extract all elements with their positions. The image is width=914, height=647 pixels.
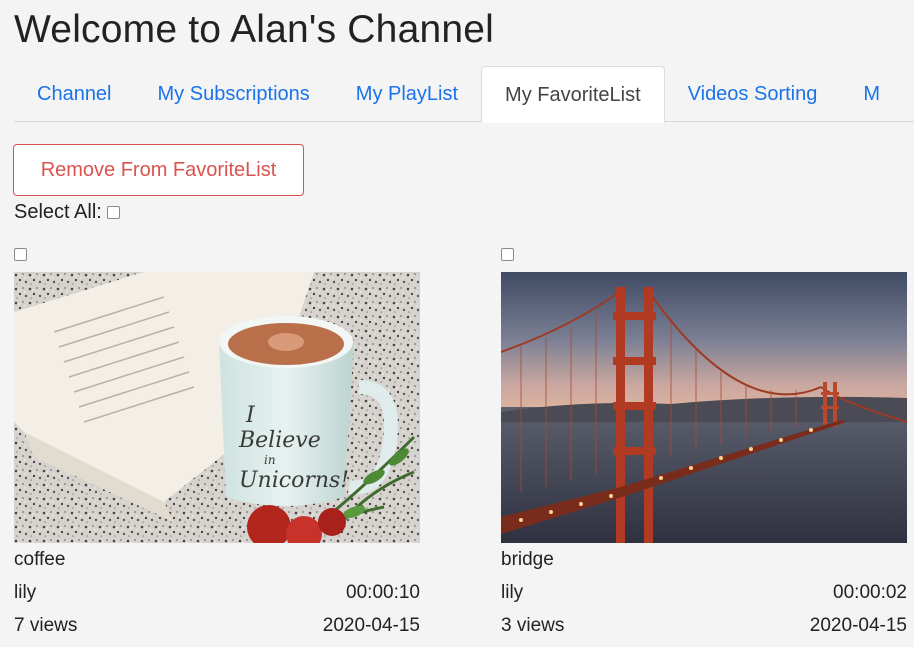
svg-text:Believe: Believe (238, 428, 321, 453)
video-thumbnail-coffee[interactable]: I Believe in Unicorns! (14, 272, 420, 543)
video-duration: 00:00:10 (346, 582, 420, 603)
video-duration: 00:00:02 (833, 582, 907, 603)
video-views: 3 views (501, 615, 565, 636)
video-stats-row: 7 views 2020-04-15 (14, 615, 420, 637)
tab-partial-next[interactable]: M (840, 66, 903, 122)
page-title: Welcome to Alan's Channel (14, 8, 494, 51)
remove-from-favoritelist-button[interactable]: Remove From FavoriteList (13, 144, 304, 196)
video-title[interactable]: coffee (14, 549, 65, 571)
svg-text:I: I (245, 403, 256, 428)
tab-videos-sorting[interactable]: Videos Sorting (665, 66, 841, 122)
video-author: lily (501, 582, 524, 603)
video-date: 2020-04-15 (809, 615, 907, 636)
video-thumbnail-bridge[interactable] (501, 272, 907, 543)
video-author-row: lily 00:00:02 (501, 582, 907, 604)
page: Welcome to Alan's Channel Channel My Sub… (0, 0, 914, 647)
select-all-checkbox[interactable] (106, 206, 120, 219)
select-all-label: Select All: (14, 201, 102, 223)
tab-my-subscriptions[interactable]: My Subscriptions (135, 66, 333, 122)
video-title-row: bridge (501, 549, 907, 571)
video-select-checkbox[interactable] (501, 248, 514, 261)
tab-channel[interactable]: Channel (14, 66, 135, 122)
svg-text:in: in (264, 453, 276, 467)
video-title[interactable]: bridge (501, 549, 554, 571)
video-author-row: lily 00:00:10 (14, 582, 420, 604)
video-author: lily (14, 582, 37, 603)
video-select-checkbox[interactable] (14, 248, 27, 261)
video-views: 7 views (14, 615, 78, 636)
svg-text:Unicorns!: Unicorns! (239, 468, 349, 493)
video-title-row: coffee (14, 549, 420, 571)
tab-my-playlist[interactable]: My PlayList (333, 66, 481, 122)
video-stats-row: 3 views 2020-04-15 (501, 615, 907, 637)
select-all-row: Select All: (14, 201, 120, 224)
tab-bar: Channel My Subscriptions My PlayList My … (14, 66, 914, 123)
tab-my-favoritelist[interactable]: My FavoriteList (481, 66, 665, 123)
video-date: 2020-04-15 (322, 615, 420, 636)
